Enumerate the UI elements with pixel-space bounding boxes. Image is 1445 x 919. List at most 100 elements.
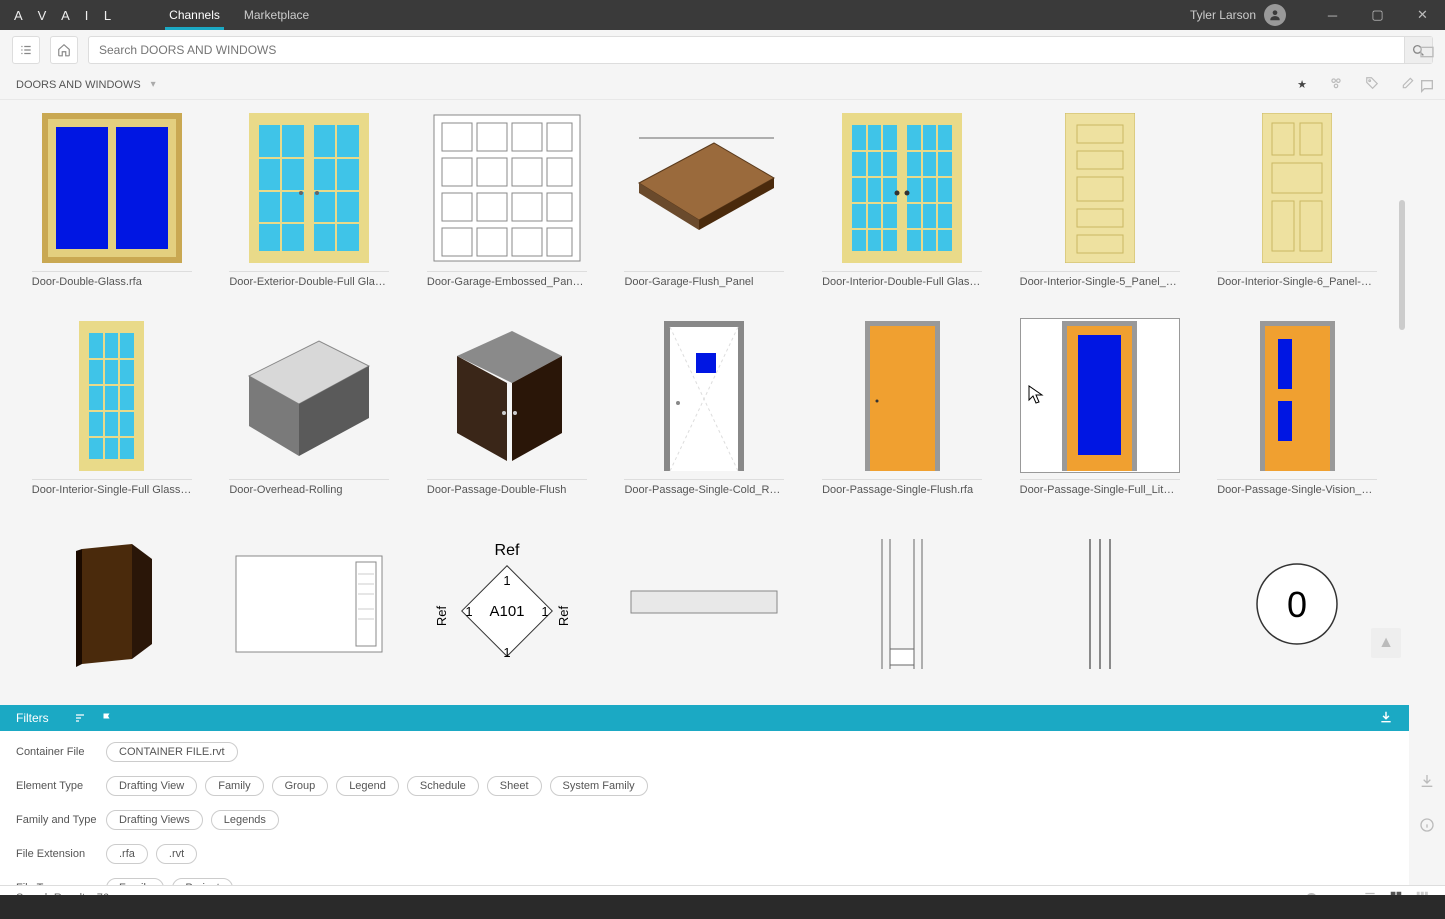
filters-sort-icon[interactable]: [73, 712, 87, 724]
search-input[interactable]: [89, 43, 1404, 57]
filters-header: Filters: [0, 705, 1409, 731]
filter-row: Family and TypeDrafting ViewsLegends: [16, 807, 1393, 833]
thumbnail: [624, 526, 784, 681]
app-logo: A V A I L: [14, 8, 117, 23]
grid-item[interactable]: Door-Passage-Single-Vision_Two_Li...: [1203, 318, 1391, 496]
thumbnail: [822, 526, 982, 681]
filters-download-icon[interactable]: [1379, 710, 1393, 727]
item-label: Door-Garage-Flush_Panel: [624, 271, 784, 288]
scroll-top-button[interactable]: ▲: [1371, 628, 1401, 658]
home-button[interactable]: [50, 36, 78, 64]
grid-item[interactable]: Door-Interior-Single-6_Panel-Wood...: [1203, 110, 1391, 288]
panel-icon[interactable]: [1417, 42, 1437, 62]
grid-item[interactable]: [808, 526, 996, 681]
search-row: [0, 30, 1445, 70]
filter-pill[interactable]: Project: [172, 878, 232, 885]
thumbnail: Ref 1 A101 1 1 1 Ref Ref: [427, 526, 587, 681]
thumbnail: [229, 318, 389, 473]
filter-pill[interactable]: System Family: [550, 776, 648, 796]
grid-item[interactable]: [18, 526, 206, 681]
item-label: Door-Garage-Embossed_Panel.rfa: [427, 271, 587, 288]
filter-pill[interactable]: .rfa: [106, 844, 148, 864]
grid-item[interactable]: Door-Passage-Single-Cold_Room.rfa: [611, 318, 799, 496]
svg-text:Ref: Ref: [434, 605, 449, 626]
filter-pills: Drafting View Family Group Legend Schedule Sh…: [106, 776, 648, 796]
filter-pill[interactable]: Group: [272, 776, 329, 796]
thumbnail: [1217, 318, 1377, 473]
grid-item[interactable]: Door-Interior-Double-Full Glass-W...: [808, 110, 996, 288]
grid-item[interactable]: Ref 1 A101 1 1 1 Ref Ref: [413, 526, 601, 681]
download-icon[interactable]: [1417, 771, 1437, 791]
thumbnail: [1020, 110, 1180, 265]
item-label: Door-Passage-Double-Flush: [427, 479, 587, 496]
vertical-scrollbar[interactable]: [1399, 200, 1405, 330]
filter-pills: .rfa .rvt: [106, 844, 197, 864]
filter-row: File Extension.rfa.rvt: [16, 841, 1393, 867]
breadcrumb-title[interactable]: DOORS AND WINDOWS: [16, 79, 141, 91]
content-area: Door-Double-Glass.rfa Door-Exterior-Doub…: [0, 100, 1409, 705]
thumbnail: [1020, 526, 1180, 681]
grid-item[interactable]: Door-Garage-Embossed_Panel.rfa: [413, 110, 601, 288]
maximize-button[interactable]: ▢: [1355, 0, 1400, 30]
window-controls: ─ ▢ ✕: [1310, 0, 1445, 30]
nav-channels[interactable]: Channels: [157, 0, 232, 30]
share-icon[interactable]: [1329, 76, 1343, 93]
filter-pill[interactable]: Sheet: [487, 776, 542, 796]
filter-pill[interactable]: .rvt: [156, 844, 197, 864]
svg-text:Ref: Ref: [556, 605, 571, 626]
filter-pill[interactable]: Legend: [336, 776, 399, 796]
svg-text:A101: A101: [489, 603, 524, 620]
thumbnail: [822, 318, 982, 473]
svg-text:1: 1: [503, 645, 510, 660]
grid-item[interactable]: [611, 526, 799, 681]
filter-pill[interactable]: Schedule: [407, 776, 479, 796]
filter-pill[interactable]: Family: [205, 776, 263, 796]
filter-pill[interactable]: Drafting Views: [106, 810, 203, 830]
thumbnail: [32, 110, 192, 265]
grid-item[interactable]: [1006, 526, 1194, 681]
grid-item[interactable]: 0: [1203, 526, 1391, 681]
minimize-button[interactable]: ─: [1310, 0, 1355, 30]
svg-text:1: 1: [503, 573, 510, 588]
thumbnail: [427, 318, 587, 473]
filter-pill[interactable]: Family: [106, 878, 164, 885]
grid-item[interactable]: [216, 526, 404, 681]
filter-pills: Drafting Views Legends: [106, 810, 279, 830]
star-icon[interactable]: ★: [1297, 78, 1307, 91]
filters-body: Container FileCONTAINER FILE.rvtElement …: [0, 731, 1409, 885]
thumbnail: [1020, 318, 1180, 473]
grid-item[interactable]: Door-Exterior-Double-Full Glass-W...: [216, 110, 404, 288]
svg-text:0: 0: [1287, 584, 1307, 625]
grid-item[interactable]: Door-Passage-Single-Flush.rfa: [808, 318, 996, 496]
filters-flag-icon[interactable]: [101, 712, 113, 724]
close-button[interactable]: ✕: [1400, 0, 1445, 30]
tag-icon[interactable]: [1365, 76, 1379, 93]
list-toggle-button[interactable]: [12, 36, 40, 64]
user-menu[interactable]: Tyler Larson: [1190, 4, 1292, 26]
grid-item[interactable]: Door-Garage-Flush_Panel: [611, 110, 799, 288]
nav-marketplace[interactable]: Marketplace: [232, 0, 321, 30]
item-label: Door-Overhead-Rolling: [229, 479, 389, 496]
filter-row: Container FileCONTAINER FILE.rvt: [16, 739, 1393, 765]
filter-pill[interactable]: Drafting View: [106, 776, 197, 796]
item-label: Door-Passage-Single-Full_Lite.rfa: [1020, 479, 1180, 496]
info-icon[interactable]: [1417, 815, 1437, 835]
thumbnail: [427, 110, 587, 265]
filter-pill[interactable]: CONTAINER FILE.rvt: [106, 742, 238, 762]
titlebar: A V A I L Channels Marketplace Tyler Lar…: [0, 0, 1445, 30]
thumbnail: [1217, 110, 1377, 265]
thumbnail: [624, 110, 784, 265]
grid-item[interactable]: Door-Double-Glass.rfa: [18, 110, 206, 288]
item-label: Door-Passage-Single-Cold_Room.rfa: [624, 479, 784, 496]
grid-item[interactable]: Door-Passage-Double-Flush: [413, 318, 601, 496]
grid-item[interactable]: Door-Overhead-Rolling: [216, 318, 404, 496]
chevron-down-icon[interactable]: ▾: [151, 79, 156, 90]
filter-pills: CONTAINER FILE.rvt: [106, 742, 238, 762]
filters-panel: Filters Container FileCONTAINER FILE.rvt…: [0, 705, 1409, 885]
comment-icon[interactable]: [1417, 76, 1437, 96]
filter-pill[interactable]: Legends: [211, 810, 279, 830]
grid-item[interactable]: Door-Interior-Single-Full Glass-Wo...: [18, 318, 206, 496]
grid-item[interactable]: Door-Passage-Single-Full_Lite.rfa: [1006, 318, 1194, 496]
grid-item[interactable]: Door-Interior-Single-5_Panel_Vert-...: [1006, 110, 1194, 288]
thumbnail: [229, 526, 389, 681]
